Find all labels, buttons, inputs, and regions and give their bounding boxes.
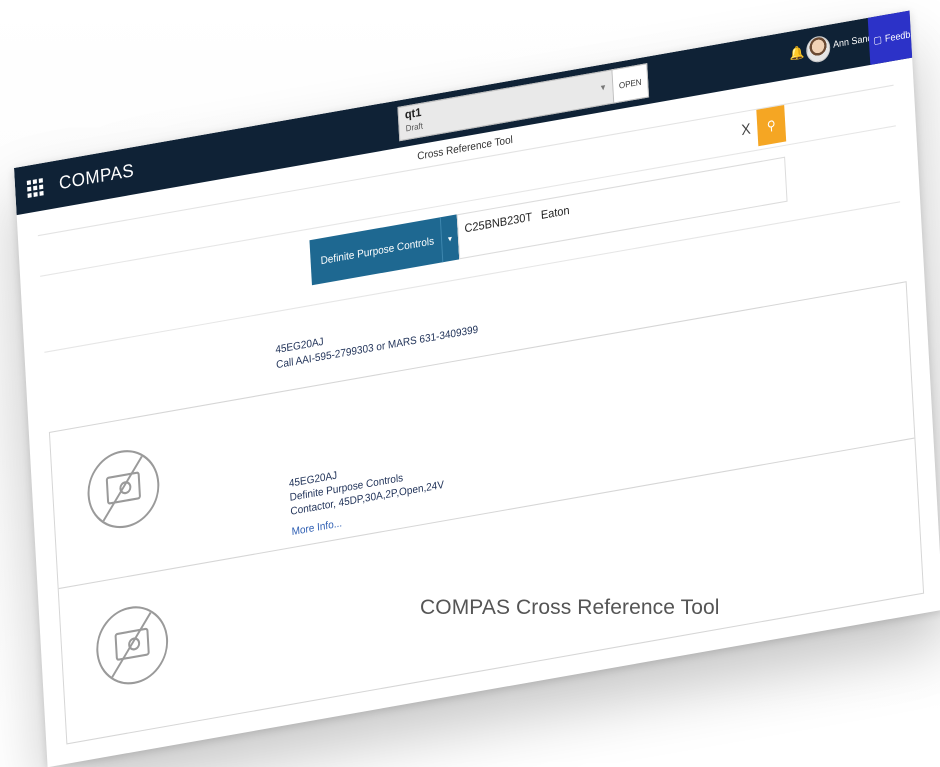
feedback-button[interactable]: ▢ Feedback (868, 11, 930, 65)
search-icon: ⚲ (766, 117, 776, 134)
category-dropdown[interactable]: Definite Purpose Controls ▾ (309, 214, 459, 285)
app-grid-icon[interactable] (27, 178, 44, 198)
no-image-icon (85, 444, 161, 534)
app-title: COMPAS (59, 160, 135, 195)
feedback-icon: ▢ (873, 33, 882, 46)
search-button[interactable]: ⚲ (756, 105, 786, 146)
chevron-down-icon: ▾ (600, 81, 605, 94)
scene: COMPAS qt1 Draft ▾ OPEN 🔔 Ann Sandy ▢ Fe… (0, 0, 940, 725)
caption: COMPAS Cross Reference Tool (420, 596, 720, 620)
project-status: Draft (405, 121, 423, 134)
avatar[interactable] (806, 34, 831, 64)
query-manufacturer: Eaton (541, 204, 570, 222)
clear-icon[interactable]: X (741, 120, 751, 139)
bell-icon[interactable]: 🔔 (789, 44, 805, 62)
query-part-number: C25BNB230T (464, 211, 532, 236)
project-name: qt1 (405, 106, 422, 122)
open-button[interactable]: OPEN (611, 63, 649, 104)
no-image-icon (94, 601, 170, 691)
results-list: 45EG20AJ Definite Purpose Controls Conta… (49, 281, 924, 744)
feedback-label: Feedback (885, 26, 925, 44)
category-label: Definite Purpose Controls (320, 235, 434, 267)
app-window: COMPAS qt1 Draft ▾ OPEN 🔔 Ann Sandy ▢ Fe… (14, 11, 940, 767)
